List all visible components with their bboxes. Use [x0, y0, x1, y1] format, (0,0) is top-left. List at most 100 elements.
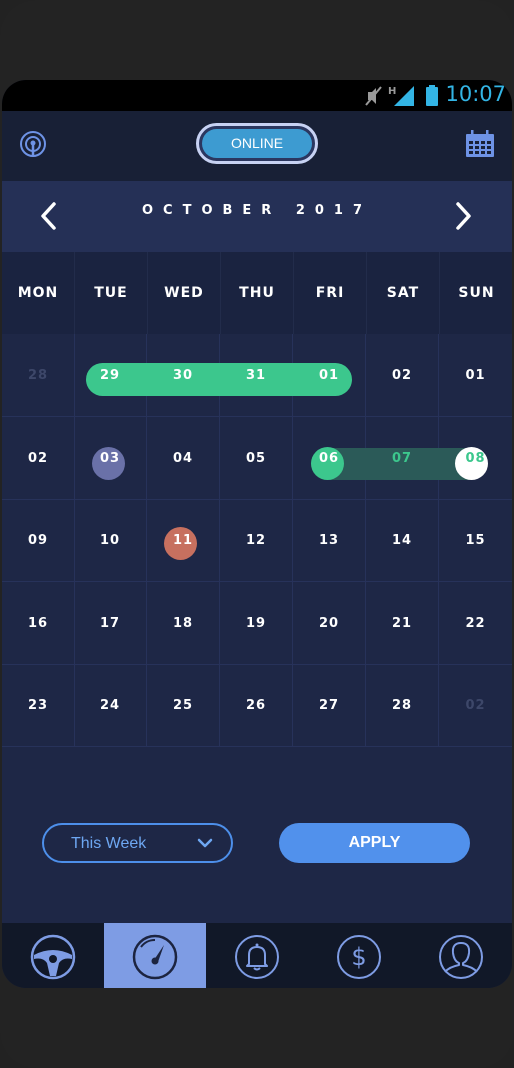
- day-cell[interactable]: 03: [74, 417, 147, 500]
- day-cell[interactable]: 01: [293, 334, 366, 417]
- next-month-button[interactable]: [448, 199, 478, 233]
- day-cell[interactable]: 19: [220, 582, 293, 665]
- day-number: 11: [172, 533, 194, 548]
- day-cell[interactable]: 02: [439, 665, 512, 747]
- signal-icon: H: [388, 86, 414, 106]
- calendar-week: 09 10 11 12 13 14 15: [2, 500, 512, 583]
- day-number: 12: [245, 533, 267, 548]
- tab-dashboard[interactable]: [104, 923, 206, 988]
- day-number: 19: [245, 616, 267, 631]
- day-cell[interactable]: 28: [2, 334, 75, 417]
- day-cell[interactable]: 30: [147, 334, 220, 417]
- day-cell[interactable]: 07: [366, 417, 439, 500]
- chevron-down-icon: [197, 838, 213, 848]
- day-number: 04: [172, 451, 194, 466]
- day-cell[interactable]: 09: [2, 500, 75, 582]
- day-number: 13: [318, 533, 340, 548]
- day-number: 02: [27, 451, 49, 466]
- bell-icon: [235, 935, 279, 979]
- steering-wheel-icon: [30, 934, 76, 980]
- weekday-label: MON: [2, 252, 75, 334]
- broadcast-icon[interactable]: [18, 129, 48, 159]
- day-number: 02: [391, 368, 413, 383]
- day-number: 23: [27, 698, 49, 713]
- day-cell[interactable]: 21: [366, 582, 439, 665]
- tab-drive[interactable]: [2, 923, 104, 988]
- day-number: 14: [391, 533, 413, 548]
- weekday-header: MON TUE WED THU FRI SAT SUN: [2, 252, 512, 334]
- weekday-label: THU: [221, 252, 294, 334]
- status-icons: H: [365, 85, 438, 106]
- day-number: 08: [465, 451, 486, 466]
- phone-frame: H 10:07 ONLINE OCTOBER 2017 MON TUE WED …: [0, 0, 514, 1068]
- day-cell[interactable]: 16: [2, 582, 75, 665]
- mute-icon: [365, 86, 382, 106]
- day-cell[interactable]: 12: [220, 500, 293, 582]
- day-number: 30: [172, 368, 194, 383]
- day-number: 09: [27, 533, 49, 548]
- day-cell[interactable]: 05: [220, 417, 293, 500]
- day-number: 28: [27, 368, 49, 383]
- apply-button[interactable]: APPLY: [279, 823, 470, 863]
- day-cell[interactable]: 10: [74, 500, 147, 582]
- tab-earnings[interactable]: $: [308, 923, 410, 988]
- calendar-grid: 28 29 30 31 01 02 01 02 03 04 05 06 07 0…: [2, 334, 512, 752]
- month-header: OCTOBER 2017: [2, 181, 512, 252]
- day-cell[interactable]: 22: [439, 582, 512, 665]
- calendar-icon[interactable]: [465, 130, 495, 158]
- day-cell[interactable]: 01: [439, 334, 512, 417]
- day-number: 06: [318, 451, 340, 466]
- day-cell[interactable]: 06: [293, 417, 366, 500]
- day-cell[interactable]: 11: [147, 500, 220, 582]
- tab-notifications[interactable]: [206, 923, 308, 988]
- day-number: 01: [465, 368, 486, 383]
- status-time: 10:07: [445, 82, 506, 106]
- previous-month-button[interactable]: [34, 199, 64, 233]
- day-number: 02: [465, 698, 486, 713]
- day-cell[interactable]: 17: [74, 582, 147, 665]
- user-icon: [439, 935, 483, 979]
- status-bar: H 10:07: [2, 80, 512, 111]
- day-cell[interactable]: 14: [366, 500, 439, 582]
- day-cell[interactable]: 29: [74, 334, 147, 417]
- day-cell[interactable]: 26: [220, 665, 293, 747]
- day-cell[interactable]: 28: [366, 665, 439, 747]
- day-number: 26: [245, 698, 267, 713]
- network-type-label: H: [388, 86, 396, 97]
- day-cell[interactable]: 15: [439, 500, 512, 582]
- day-cell[interactable]: 27: [293, 665, 366, 747]
- day-cell[interactable]: 18: [147, 582, 220, 665]
- online-status-toggle[interactable]: ONLINE: [196, 123, 318, 164]
- speedometer-icon: [132, 934, 178, 980]
- day-cell[interactable]: 23: [2, 665, 75, 747]
- weekday-label: SAT: [367, 252, 440, 334]
- tab-profile[interactable]: [410, 923, 512, 988]
- day-cell[interactable]: 04: [147, 417, 220, 500]
- day-cell[interactable]: 25: [147, 665, 220, 747]
- bottom-tab-bar: $: [2, 923, 512, 988]
- weekday-label: FRI: [294, 252, 367, 334]
- weekday-label: SUN: [458, 285, 495, 301]
- day-cell[interactable]: 02: [2, 417, 75, 500]
- top-bar: ONLINE: [2, 111, 512, 181]
- day-cell[interactable]: 24: [74, 665, 147, 747]
- day-cell[interactable]: 13: [293, 500, 366, 582]
- day-number: 22: [465, 616, 486, 631]
- day-cell[interactable]: 20: [293, 582, 366, 665]
- day-number: 25: [172, 698, 194, 713]
- period-select-value: This Week: [71, 835, 147, 852]
- day-number: 28: [391, 698, 413, 713]
- calendar-week: 28 29 30 31 01 02 01: [2, 334, 512, 417]
- weekday-label: WED: [148, 252, 221, 334]
- period-select[interactable]: This Week: [42, 823, 233, 863]
- day-cell[interactable]: 02: [366, 334, 439, 417]
- day-number: 05: [245, 451, 267, 466]
- calendar-week: 23 24 25 26 27 28 02: [2, 665, 512, 748]
- day-cell[interactable]: 31: [220, 334, 293, 417]
- app-screen: H 10:07 ONLINE OCTOBER 2017 MON TUE WED …: [2, 80, 512, 988]
- dollar-icon: $: [337, 935, 381, 979]
- day-cell[interactable]: 08: [439, 417, 512, 500]
- day-number: 27: [318, 698, 340, 713]
- day-number: 17: [99, 616, 121, 631]
- svg-text:$: $: [351, 943, 366, 971]
